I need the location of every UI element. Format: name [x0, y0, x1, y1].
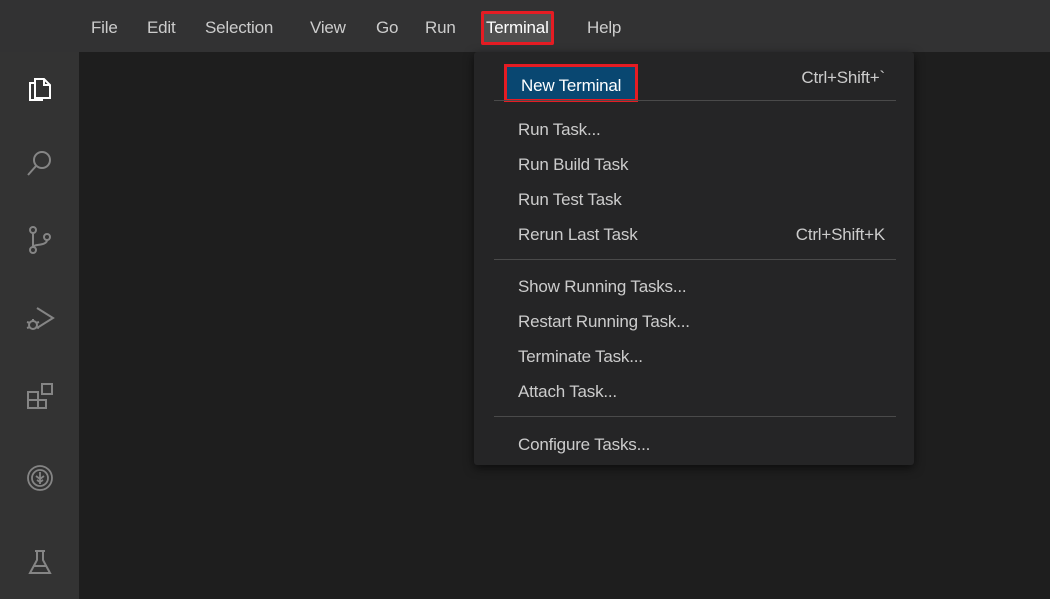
menu-attach-task[interactable]: Attach Task... [474, 375, 914, 409]
menu-terminal[interactable]: Terminal [481, 11, 554, 45]
menu-selection[interactable]: Selection [205, 17, 273, 39]
menu-item-shortcut: Ctrl+Shift+K [795, 225, 885, 244]
tree-icon[interactable] [24, 462, 56, 494]
menu-item-label: New Terminal [504, 64, 639, 102]
menu-item-label: Run Test Task [518, 190, 622, 209]
menu-item-label: Show Running Tasks... [518, 277, 687, 296]
menu-bar: File Edit Selection View Go Run Terminal… [0, 0, 1050, 52]
terminal-dropdown-menu: New Terminal Ctrl+Shift+` Run Task... Ru… [474, 52, 914, 465]
menu-separator [494, 100, 896, 101]
menu-go[interactable]: Go [376, 17, 398, 39]
menu-separator [494, 416, 896, 417]
menu-item-label: Restart Running Task... [518, 312, 690, 331]
menu-item-label: Rerun Last Task [518, 225, 638, 244]
menu-item-label: Run Build Task [518, 155, 629, 174]
menu-configure-tasks[interactable]: Configure Tasks... [474, 428, 914, 462]
source-control-icon[interactable] [24, 224, 56, 256]
search-icon[interactable] [24, 148, 56, 180]
menu-run-build-task[interactable]: Run Build Task [474, 148, 914, 182]
activity-bar [0, 52, 79, 599]
menu-new-terminal[interactable]: New Terminal Ctrl+Shift+` [474, 61, 914, 102]
extensions-icon[interactable] [24, 380, 56, 412]
menu-show-running-tasks[interactable]: Show Running Tasks... [474, 270, 914, 304]
menu-terminate-task[interactable]: Terminate Task... [474, 340, 914, 374]
menu-view[interactable]: View [310, 17, 346, 39]
menu-rerun-last-task[interactable]: Rerun Last Task Ctrl+Shift+K [474, 218, 914, 252]
run-debug-icon[interactable] [24, 302, 56, 334]
menu-item-shortcut: Ctrl+Shift+` [801, 68, 885, 87]
testing-icon[interactable] [24, 546, 56, 578]
menu-run[interactable]: Run [425, 17, 456, 39]
menu-item-label: Terminate Task... [518, 347, 643, 366]
menu-restart-running-task[interactable]: Restart Running Task... [474, 305, 914, 339]
menu-separator [494, 259, 896, 260]
explorer-icon[interactable] [24, 72, 56, 104]
menu-run-task[interactable]: Run Task... [474, 113, 914, 147]
menu-item-label: Configure Tasks... [518, 435, 651, 454]
menu-file[interactable]: File [91, 17, 118, 39]
menu-run-test-task[interactable]: Run Test Task [474, 183, 914, 217]
menu-item-label: Run Task... [518, 120, 601, 139]
menu-help[interactable]: Help [587, 17, 621, 39]
menu-item-label: Attach Task... [518, 382, 617, 401]
menu-edit[interactable]: Edit [147, 17, 176, 39]
